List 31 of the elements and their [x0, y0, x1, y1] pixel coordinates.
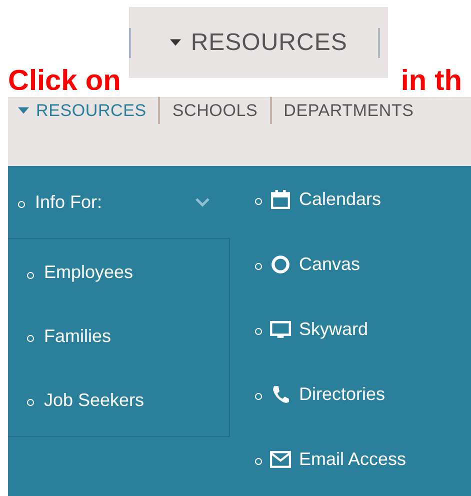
bullet-icon	[27, 272, 34, 279]
bullet-icon	[255, 393, 262, 400]
menu-link[interactable]: Employees	[44, 262, 134, 284]
caret-icon	[170, 39, 181, 46]
menu-link[interactable]: Email Access	[299, 448, 406, 470]
circle-icon	[270, 254, 291, 274]
chevron-down-icon[interactable]	[195, 198, 210, 206]
menu-link[interactable]: Directories	[299, 384, 386, 404]
calendar-icon	[270, 188, 291, 210]
menu-link[interactable]: Skyward	[299, 318, 368, 340]
bullet-icon	[255, 263, 262, 270]
menu-heading: Info For:	[35, 192, 104, 212]
nav-tab[interactable]: RESOURCES	[8, 97, 158, 124]
envelope-icon	[270, 448, 291, 470]
monitor-icon	[270, 318, 291, 340]
bullet-icon	[18, 201, 25, 208]
nav-tab[interactable]: SCHOOLS	[160, 97, 270, 124]
instruction-text: in th	[400, 66, 462, 90]
bullet-icon	[255, 458, 262, 465]
menu-link[interactable]: Canvas	[299, 254, 360, 274]
bullet-icon	[255, 328, 262, 335]
bullet-icon	[27, 399, 34, 406]
menu-link[interactable]: Calendars	[299, 188, 382, 210]
menu-link[interactable]: Families	[44, 326, 112, 347]
menu-link[interactable]: Job Seekers	[44, 390, 144, 411]
nav-tab[interactable]: DEPARTMENTS	[272, 97, 426, 124]
instruction-text: Click on	[8, 66, 121, 90]
bullet-icon	[255, 198, 262, 205]
resources-button[interactable]: RESOURCES	[170, 28, 348, 56]
phone-icon	[270, 384, 291, 404]
bullet-icon	[27, 335, 34, 342]
